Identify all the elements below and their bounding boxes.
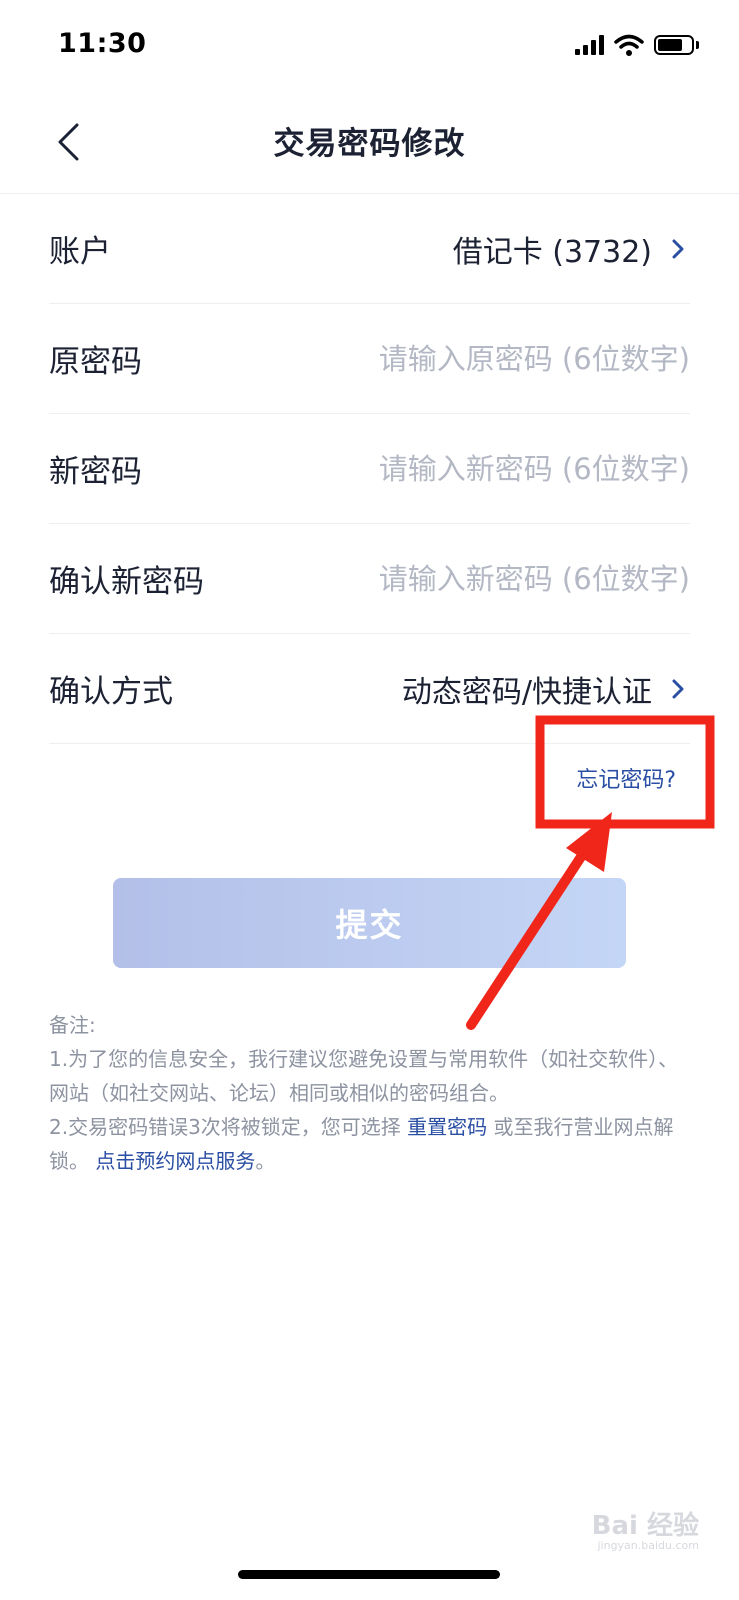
annotation-arrow-head	[566, 812, 612, 872]
status-time: 11:30	[58, 28, 147, 59]
forgot-password-link[interactable]: 忘记密码?	[576, 762, 676, 794]
baidu-watermark: Bai 经验 jingyan.baidu.com	[591, 1505, 699, 1552]
verify-method-value: 动态密码/快捷认证	[401, 674, 652, 710]
confirm-password-input[interactable]	[330, 561, 690, 596]
new-password-row: 新密码	[49, 414, 690, 524]
old-password-input[interactable]	[330, 341, 690, 376]
status-icons	[575, 34, 699, 56]
notes-line-1: 1.为了您的信息安全，我行建议您避免设置与常用软件（如社交软件）、网站（如社交网…	[49, 1047, 679, 1105]
new-password-label: 新密码	[49, 454, 142, 490]
submit-button[interactable]: 提交	[113, 878, 626, 968]
new-password-input[interactable]	[330, 451, 690, 486]
watermark-sub: jingyan.baidu.com	[597, 1539, 699, 1552]
home-indicator	[238, 1570, 500, 1579]
verify-method-row[interactable]: 确认方式 动态密码/快捷认证	[49, 634, 690, 744]
page-title: 交易密码修改	[273, 126, 466, 162]
account-value: 借记卡 (3732)	[452, 234, 652, 270]
chevron-right-icon	[666, 234, 690, 264]
confirm-password-row: 确认新密码	[49, 524, 690, 634]
nav-bar: 交易密码修改	[0, 90, 739, 194]
notes-line-2: 2.交易密码错误3次将被锁定，您可选择 重置密码 或至我行营业网点解锁。 点击预…	[49, 1115, 674, 1173]
reset-password-link[interactable]: 重置密码	[407, 1115, 487, 1139]
battery-icon	[654, 35, 699, 55]
notes-title: 备注:	[49, 1013, 96, 1037]
chevron-right-icon	[666, 674, 690, 704]
password-form: 账户 借记卡 (3732) 原密码 新密码 确认新密码 确认方式 动态密码/快捷…	[49, 194, 690, 814]
confirm-password-label: 确认新密码	[49, 564, 204, 600]
old-password-row: 原密码	[49, 304, 690, 414]
cellular-signal-icon	[575, 35, 604, 55]
status-bar: 11:30	[0, 0, 739, 90]
watermark-text: Bai 经验	[591, 1511, 699, 1541]
account-label: 账户	[49, 234, 111, 270]
book-branch-service-link[interactable]: 点击预约网点服务	[95, 1149, 255, 1173]
old-password-label: 原密码	[49, 344, 142, 380]
wifi-icon	[614, 34, 644, 56]
verify-method-label: 确认方式	[49, 674, 173, 710]
notes-section: 备注: 1.为了您的信息安全，我行建议您避免设置与常用软件（如社交软件）、网站（…	[49, 1008, 694, 1178]
account-row[interactable]: 账户 借记卡 (3732)	[49, 194, 690, 304]
